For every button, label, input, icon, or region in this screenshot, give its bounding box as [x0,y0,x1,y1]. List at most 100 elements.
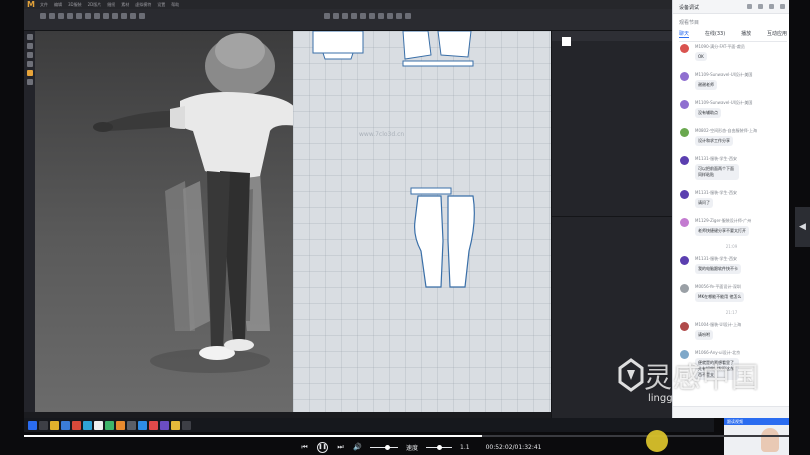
player-controls: ⏮ ❚❚ ⏭ 🔊 速度 1.1 00:52:02/01:32:41 [300,441,541,453]
avatar[interactable] [680,100,689,109]
chat-message-list[interactable]: M1090-满分-FAT-平面-裁员 OK M1109-Sunwavel-UI设计-… [673,42,790,382]
message-text: 请吩咐 [695,330,713,340]
browser-icon[interactable] [61,420,70,430]
app-orange-icon[interactable] [116,420,125,430]
app-white-icon[interactable] [94,420,103,430]
avatar[interactable] [680,218,689,227]
pin-icon[interactable] [758,4,763,9]
message-author: M1131-服装-学生-西安 [695,156,737,161]
menu-file[interactable]: 文件 [40,2,48,8]
tool-line-icon[interactable] [342,13,348,19]
menu-avatar[interactable]: 虚拟模特 [135,2,151,8]
tool-pin-icon[interactable] [67,13,73,19]
tool-texture-icon[interactable] [130,13,136,19]
tool-avatar-icon[interactable] [139,13,145,19]
folder-icon[interactable] [50,420,59,430]
speed-slider[interactable] [426,444,453,450]
menu-material[interactable]: 素材 [121,2,129,8]
texture-toggle-icon[interactable] [26,61,33,67]
tab-online[interactable]: 在线(33) [705,30,725,38]
2d-pattern-viewport[interactable]: www.7clo3d.cn [293,31,551,412]
close-icon[interactable] [780,4,785,9]
app-dark-icon[interactable] [182,420,191,430]
pause-button[interactable]: ❚❚ [317,441,328,453]
garment-toggle-icon[interactable] [26,52,33,58]
volume-slider[interactable] [370,444,398,450]
collapse-panel-button[interactable]: ◀ [795,207,810,247]
chat-message: M1129-Ziger-服装设计师-广州 老师快捷键分享不要太打开 [673,216,790,244]
message-author: M1131-服装-学生-西安 [695,190,737,195]
tool-seam-icon[interactable] [369,13,375,19]
volume-icon[interactable]: 🔊 [353,443,362,452]
speed-knob[interactable] [437,444,443,450]
tool-light-icon[interactable] [121,13,127,19]
prev-button[interactable]: ⏮ [300,443,309,452]
tool-dart-icon[interactable] [378,13,384,19]
app-gray-icon[interactable] [127,420,136,430]
tool-select-icon[interactable] [40,13,46,19]
avatar[interactable] [680,190,689,199]
tool-fold-icon[interactable] [76,13,82,19]
avatar[interactable] [680,72,689,81]
search-icon[interactable] [39,420,48,430]
fabric-swatch[interactable] [562,37,571,46]
tool-curve-icon[interactable] [360,13,366,19]
settings-icon[interactable] [747,4,752,9]
avatar[interactable] [680,256,689,265]
minimize-icon[interactable] [769,4,774,9]
app-green-icon[interactable] [105,420,114,430]
volume-knob[interactable] [384,444,390,450]
tool-simulate-icon[interactable] [103,13,109,19]
app-logo: M [27,0,35,9]
menu-settings[interactable]: 设置 [157,2,165,8]
chat-window-controls [747,4,785,9]
tool-rect-icon[interactable] [351,13,357,19]
tab-apps[interactable]: 互动应用 [767,30,787,38]
chat-message: M1109-Sunwavel-UI设计-美国 没有辅助点 [673,98,790,126]
app-clo-icon[interactable] [171,420,180,430]
tab-play[interactable]: 播放 [741,30,751,38]
message-author: M1109-Sunwavel-UI设计-美国 [695,100,753,105]
avatar[interactable] [680,322,689,331]
app-red2-icon[interactable] [149,420,158,430]
menu-2d-pattern[interactable]: 2D版片 [88,2,102,8]
menu-help[interactable]: 帮助 [171,2,179,8]
chat-message: M1109-Sunwavel-UI设计-美国 谢谢老师 [673,70,790,98]
screen: M 文件 编辑 3D服装 2D版片 缝纫 素材 虚拟模特 设置 帮助 www.7… [0,0,810,455]
pin-toggle-icon[interactable] [26,79,33,85]
video-progress-fill [24,435,483,437]
app-blue-icon[interactable] [83,420,92,430]
avatar[interactable] [680,284,689,293]
avatar[interactable] [680,156,689,165]
next-button[interactable]: ⏭ [336,443,345,452]
menu-edit[interactable]: 编辑 [54,2,62,8]
menu-sewing[interactable]: 缝纫 [107,2,115,8]
message-author: M1129-Ziger-服装设计师-广州 [695,218,752,223]
tool-measure-icon[interactable] [85,13,91,19]
tool-notch-icon[interactable] [396,13,402,19]
app-blue2-icon[interactable] [138,420,147,430]
tab-chat[interactable]: 聊天 [679,30,690,38]
chat-message: M1004-服装-UI设计-上海 请吩咐 [673,320,790,348]
3d-viewport[interactable] [35,31,293,412]
avatar[interactable] [680,128,689,137]
app-red-icon[interactable] [72,420,81,430]
tool-grade-icon[interactable] [387,13,393,19]
tool-text-icon[interactable] [405,13,411,19]
tool-pattern-icon[interactable] [324,13,330,19]
view-icon[interactable] [26,34,33,40]
avatar[interactable] [680,44,689,53]
avatar-toggle-icon[interactable] [26,43,33,49]
start-icon[interactable] [28,420,37,430]
message-author: M1109-Sunwavel-UI设计-美国 [695,72,753,77]
tool-brush-icon[interactable] [94,13,100,19]
video-progress-bar[interactable] [24,435,789,437]
tool-camera-icon[interactable] [112,13,118,19]
highlight-toggle-icon[interactable] [26,70,33,76]
tool-move-icon[interactable] [49,13,55,19]
tool-point-icon[interactable] [333,13,339,19]
menu-3d-garment[interactable]: 3D服装 [68,2,82,8]
tool-rotate-icon[interactable] [58,13,64,19]
chat-timestamp: 21:09 [725,244,738,249]
app-purple-icon[interactable] [160,420,169,430]
